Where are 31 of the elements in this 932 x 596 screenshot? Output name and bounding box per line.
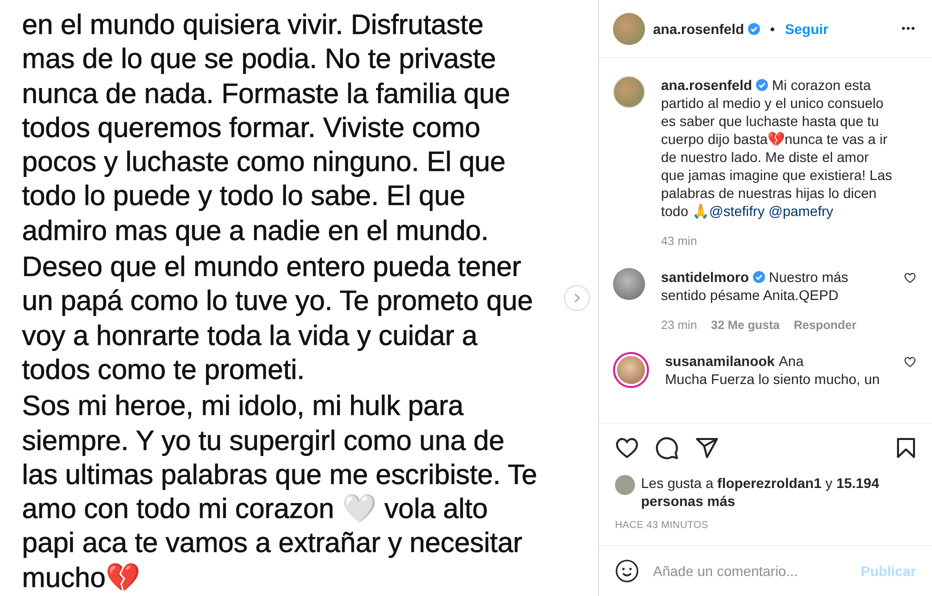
story-ring[interactable]: [613, 352, 649, 388]
comment-text: santidelmoro Nuestro más sentido pésame Anita.QEPD: [661, 268, 850, 304]
avatar[interactable]: [615, 475, 635, 495]
chevron-right-icon: [572, 293, 582, 303]
avatar[interactable]: [613, 12, 645, 44]
verified-badge-icon: [752, 271, 765, 283]
like-heart-icon[interactable]: [615, 436, 639, 460]
likes-text: Les gusta a floperezroldan1 y 15.194 personas más: [641, 474, 880, 510]
caption-text: ana.rosenfeld Mi corazon esta partido al medio y el unico consuelo es saber que luchaste hasta que tu cuerpo dijo basta💔nunca te vas a ir de nuestro lado. Me diste el amor que jamas imagine que existiera! Las palabras de nuestras hijas lo dicen todo 🙏@stefifry @pamefry: [661, 76, 894, 220]
verified-badge-icon: [756, 79, 768, 91]
username[interactable]: ana.rosenfeld: [653, 20, 744, 36]
emoji-smiley-icon[interactable]: [615, 559, 639, 583]
note-paragraph: Sos mi heroe, mi idolo, mi hulk para siempre. Y yo tu supergirl como una de las ultimas palabras que me escribiste. Te amo con todo mi corazon 🤍 vola alto papi aca te vamos a extrañar y necesitar mucho💔: [22, 389, 538, 595]
comment-time: 23 min: [661, 318, 698, 332]
comment-bubble-icon[interactable]: [655, 436, 679, 460]
separator-dot: •: [770, 20, 775, 36]
comment-text: susanamilanook Ana Mucha Fuerza lo siento mucho, un: [665, 352, 881, 388]
comment-input[interactable]: Añade un comentario...: [653, 563, 847, 579]
heart-icon[interactable]: [904, 272, 916, 284]
mention-link[interactable]: @stefifry: [709, 203, 765, 219]
avatar[interactable]: [613, 76, 645, 108]
mention-link[interactable]: @pamefry: [768, 203, 834, 219]
paper-plane-icon[interactable]: [695, 436, 719, 460]
comment-time: 43 min: [661, 234, 698, 248]
avatar[interactable]: [613, 268, 645, 300]
post-timestamp: HACE 43 MINUTOS: [614, 519, 710, 533]
more-options-button[interactable]: •••: [901, 22, 916, 34]
bookmark-icon[interactable]: [894, 436, 918, 460]
note-paragraph: en el mundo quisiera vivir. Disfrutaste mas de lo que se podia. No te privaste nunca de nada. Formaste la familia que todos queremos formar. Viviste como pocos y luchaste como ninguno. El que todo lo puede y todo lo sabe. El que admiro mas que a nadie en el mundo.: [22, 8, 512, 248]
note-paragraph: Deseo que el mundo entero pueda tener un papá como lo tuve yo. Te prometo que voy a honrarte toda la vida y cuidar a todos como te prometi.: [22, 250, 534, 387]
heart-icon[interactable]: [904, 356, 916, 368]
